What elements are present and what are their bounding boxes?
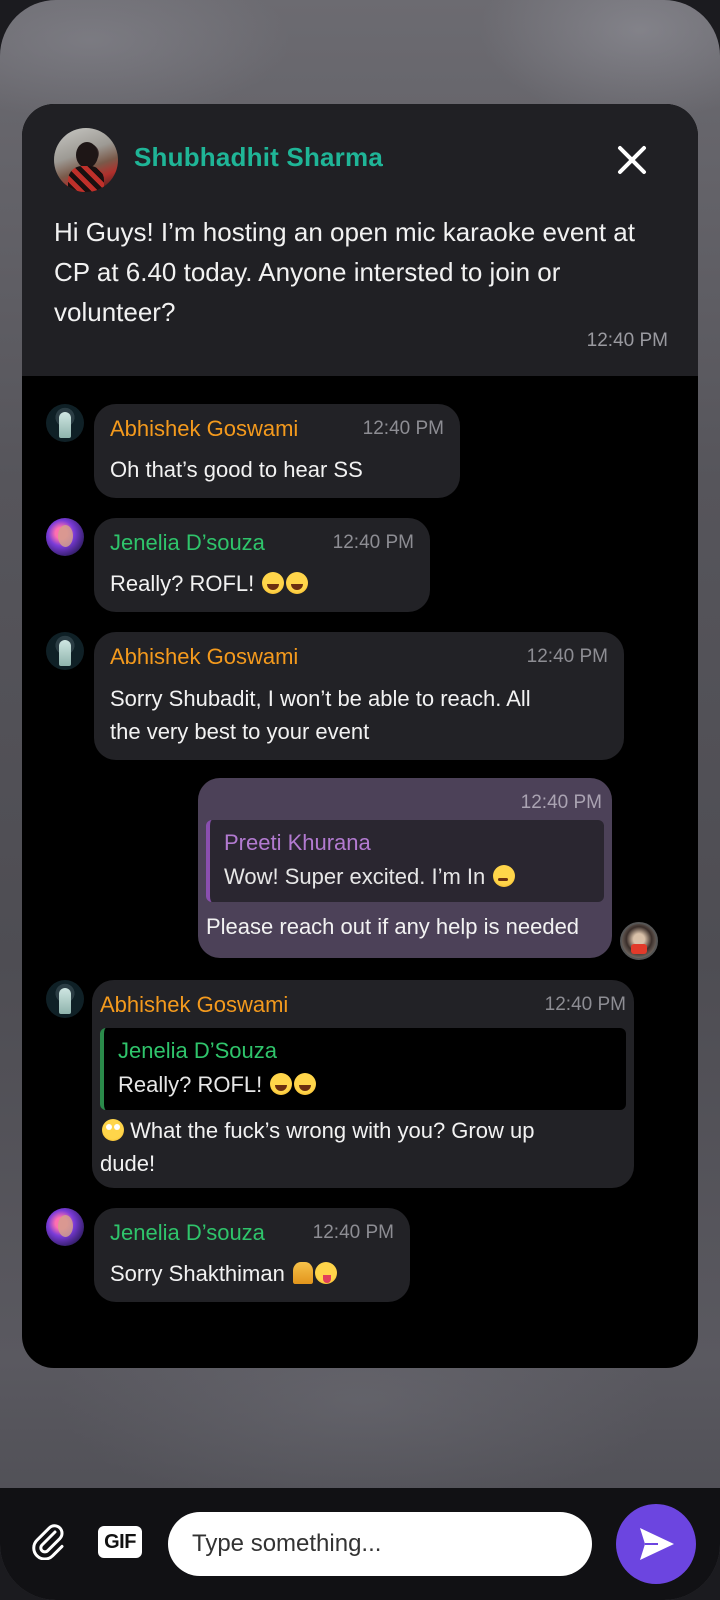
message-time: 12:40 PM <box>526 646 608 667</box>
send-icon <box>640 1528 674 1560</box>
message-bubble[interactable]: Abhishek Goswami 12:40 PM Oh that’s good… <box>94 404 460 498</box>
message-text-wrap: Really? ROFL! <box>110 567 309 601</box>
host-message-time: 12:40 PM <box>586 330 668 351</box>
laughing-emoji-icon <box>286 572 309 594</box>
quote-text-wrap: Wow! Super excited. I’m In <box>224 864 516 890</box>
message-text: Really? ROFL! <box>110 571 261 596</box>
quote-sender-name: Preeti Khurana <box>224 830 371 855</box>
message-input[interactable] <box>168 1512 592 1576</box>
laughing-emoji-icon <box>270 1073 293 1095</box>
sender-name: Abhishek Goswami <box>110 644 299 669</box>
avatar[interactable] <box>46 632 84 670</box>
sender-name: Abhishek Goswami <box>110 416 299 441</box>
sender-name: Jenelia D’souza <box>110 530 265 555</box>
message-text-line: dude! <box>100 1151 156 1176</box>
message-text-wrap: Sorry Shakthiman <box>110 1257 337 1291</box>
message-text-line: the very best to your event <box>110 719 370 744</box>
send-button[interactable] <box>616 1504 696 1584</box>
message-bubble[interactable]: Abhishek Goswami 12:40 PM Jenelia D’Souz… <box>92 980 634 1188</box>
gif-button[interactable]: GIF <box>98 1526 142 1558</box>
composer-bar: GIF <box>0 1488 720 1600</box>
laughing-emoji-icon <box>294 1073 317 1095</box>
message-time: 12:40 PM <box>544 994 626 1015</box>
message-text-line: What the fuck’s wrong with you? Grow up <box>100 1114 534 1148</box>
message-text-line: Sorry Shubadit, I won’t be able to reach… <box>110 686 531 711</box>
host-message: Hi Guys! I’m hosting an open mic karaoke… <box>54 217 635 327</box>
phone-screen: Shubhadhit Sharma Hi Guys! I’m hosting a… <box>0 0 720 1600</box>
winking-emoji-icon <box>493 865 516 887</box>
reply-quote[interactable]: Preeti Khurana Wow! Super excited. I’m I… <box>206 820 604 902</box>
own-message-bubble[interactable]: 12:40 PM Preeti Khurana Wow! Super excit… <box>198 778 612 958</box>
message-text: What the fuck’s wrong with you? Grow up <box>124 1118 535 1143</box>
message-text: Sorry Shakthiman <box>110 1261 291 1286</box>
laughing-emoji-icon <box>262 572 285 594</box>
message-text: Oh that’s good to hear SS <box>110 457 363 482</box>
close-button[interactable] <box>612 140 652 180</box>
message-bubble[interactable]: Abhishek Goswami 12:40 PM Sorry Shubadit… <box>94 632 624 760</box>
praying-hands-emoji-icon <box>292 1262 313 1284</box>
message-time: 12:40 PM <box>520 792 602 813</box>
avatar[interactable] <box>46 1208 84 1246</box>
close-icon <box>618 146 646 174</box>
thread-panel: Shubhadhit Sharma Hi Guys! I’m hosting a… <box>22 104 698 1368</box>
host-avatar[interactable] <box>54 128 118 192</box>
avatar[interactable] <box>46 980 84 1018</box>
quote-sender-name: Jenelia D’Souza <box>118 1038 277 1063</box>
eye-roll-emoji-icon <box>102 1119 124 1141</box>
tongue-out-emoji-icon <box>314 1262 337 1284</box>
sender-name: Abhishek Goswami <box>100 992 289 1017</box>
message-time: 12:40 PM <box>332 532 414 553</box>
quote-text: Wow! Super excited. I’m In <box>224 864 492 889</box>
attach-button[interactable] <box>28 1520 68 1560</box>
message-bubble[interactable]: Jenelia D’souza 12:40 PM Really? ROFL! <box>94 518 430 612</box>
quote-text-wrap: Really? ROFL! <box>118 1072 317 1098</box>
message-bubble[interactable]: Jenelia D’souza 12:40 PM Sorry Shakthima… <box>94 1208 410 1302</box>
message-time: 12:40 PM <box>312 1222 394 1243</box>
message-time: 12:40 PM <box>362 418 444 439</box>
reply-quote[interactable]: Jenelia D’Souza Really? ROFL! <box>100 1028 626 1110</box>
message-text: Please reach out if any help is needed <box>206 914 580 939</box>
avatar[interactable] <box>46 404 84 442</box>
sender-name: Jenelia D’souza <box>110 1220 265 1245</box>
host-name[interactable]: Shubhadhit Sharma <box>134 142 383 173</box>
avatar[interactable] <box>46 518 84 556</box>
avatar[interactable] <box>620 922 658 960</box>
quote-text: Really? ROFL! <box>118 1072 269 1097</box>
paperclip-icon <box>32 1524 64 1560</box>
host-post: Shubhadhit Sharma Hi Guys! I’m hosting a… <box>22 104 698 376</box>
